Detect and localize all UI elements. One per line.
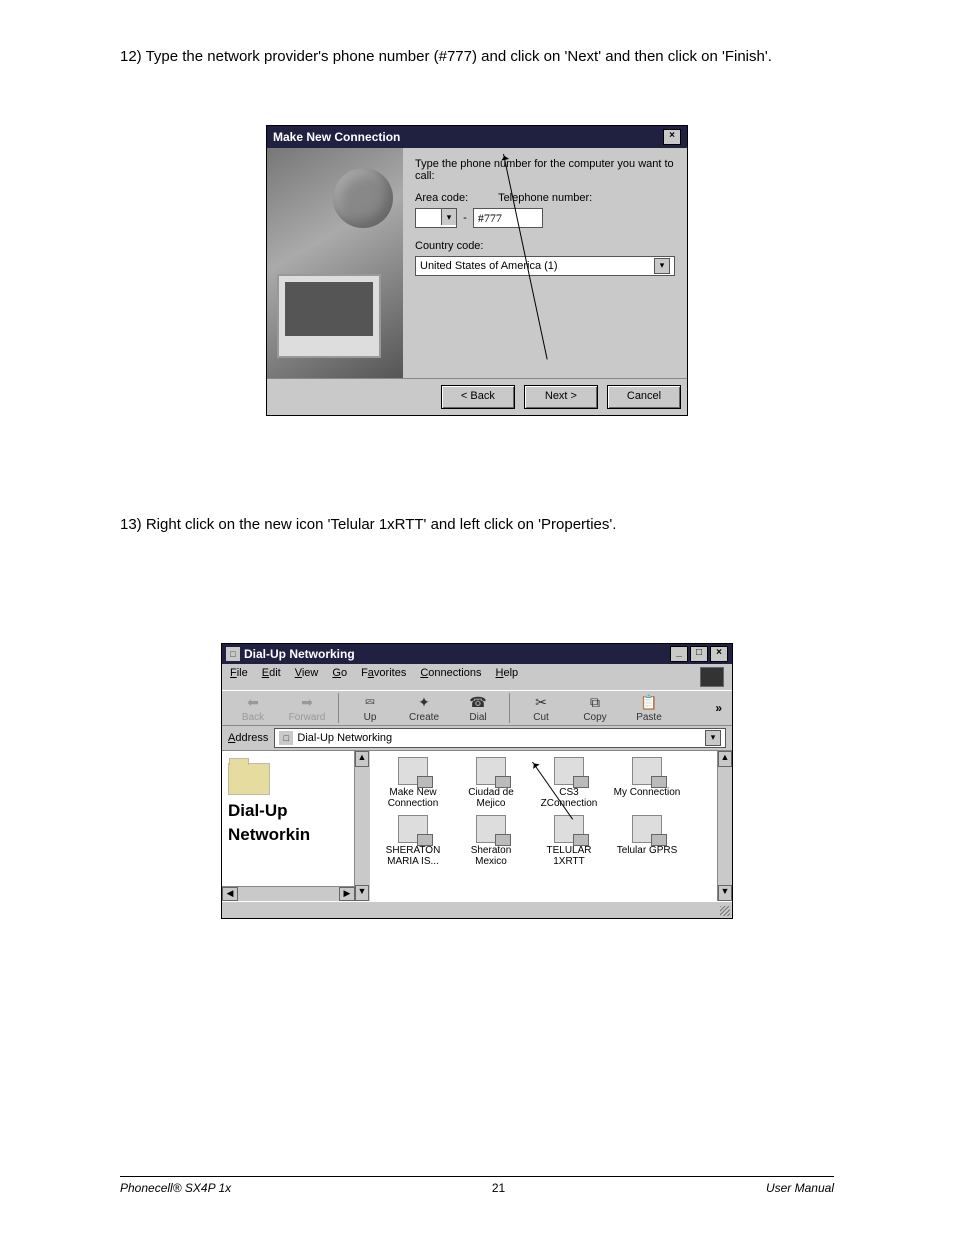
connection-icon: [632, 757, 662, 785]
address-label: Address: [228, 732, 268, 744]
scroll-up-icon[interactable]: ▲: [355, 751, 369, 767]
make-new-connection-dialog: Make New Connection × Type the phone num…: [266, 125, 688, 416]
scroll-down-icon[interactable]: ▼: [355, 885, 369, 901]
list-item[interactable]: CS3ZConnection: [530, 757, 608, 809]
ie-logo-icon: [700, 667, 724, 687]
step-13-text: 13) Right click on the new icon 'Telular…: [120, 516, 834, 533]
list-item[interactable]: Telular GPRS: [608, 815, 686, 867]
menu-file[interactable]: File: [230, 667, 248, 687]
folder-icon: [228, 763, 270, 795]
back-button[interactable]: < Back: [441, 385, 515, 409]
create-icon: ✦: [414, 694, 434, 712]
app-icon: □: [226, 647, 240, 661]
country-code-select[interactable]: United States of America (1) ▾: [415, 256, 675, 276]
dialog-title: Make New Connection: [273, 130, 400, 144]
paste-button[interactable]: 📋Paste: [624, 694, 674, 723]
maximize-icon[interactable]: □: [690, 646, 708, 662]
status-bar: [222, 901, 732, 918]
connection-icon: [476, 757, 506, 785]
cut-icon: ✂: [531, 694, 551, 712]
country-code-value: United States of America (1): [420, 260, 558, 272]
list-item[interactable]: Ciudad deMejico: [452, 757, 530, 809]
telephone-input[interactable]: #777: [473, 208, 543, 228]
arrow-right-icon: ➡: [297, 694, 317, 712]
connection-icon-grid: Make NewConnection Ciudad deMejico CS3ZC…: [374, 757, 728, 867]
address-input[interactable]: □ Dial-Up Networking ▾: [274, 728, 726, 748]
connection-icon: [398, 815, 428, 843]
connection-icon: [398, 757, 428, 785]
horizontal-scrollbar[interactable]: ◀▶: [222, 886, 355, 901]
pane-title-line2: Networkin: [228, 825, 363, 845]
menu-connections[interactable]: Connections: [420, 667, 481, 687]
scroll-left-icon[interactable]: ◀: [222, 887, 238, 901]
window-title: Dial-Up Networking: [244, 647, 355, 661]
folder-icon: □: [279, 731, 293, 745]
copy-button[interactable]: ⧉Copy: [570, 694, 620, 723]
paste-icon: 📋: [639, 694, 659, 712]
dialog-prompt: Type the phone number for the computer y…: [415, 158, 675, 182]
list-item[interactable]: TELULAR1XRTT: [530, 815, 608, 867]
list-item[interactable]: SheratonMexico: [452, 815, 530, 867]
area-code-label: Area code:: [415, 192, 495, 204]
close-icon[interactable]: ×: [663, 129, 681, 145]
scroll-right-icon[interactable]: ▶: [339, 887, 355, 901]
scroll-down-icon[interactable]: ▼: [718, 885, 732, 901]
chevron-down-icon[interactable]: ▾: [705, 730, 721, 746]
menu-help[interactable]: Help: [496, 667, 519, 687]
minimize-icon[interactable]: _: [670, 646, 688, 662]
up-button[interactable]: ⮹Up: [345, 694, 395, 723]
menu-go[interactable]: Go: [332, 667, 347, 687]
footer-left: Phonecell® SX4P 1x: [120, 1181, 231, 1195]
vertical-scrollbar[interactable]: ▲▼: [354, 751, 369, 901]
copy-icon: ⧉: [585, 694, 605, 712]
connection-icon: [554, 815, 584, 843]
area-code-input[interactable]: ▾: [415, 208, 457, 228]
list-item[interactable]: SHERATONMARIA IS...: [374, 815, 452, 867]
connection-icon: [632, 815, 662, 843]
close-icon[interactable]: ×: [710, 646, 728, 662]
country-code-label: Country code:: [415, 240, 675, 252]
step-12-text: 12) Type the network provider's phone nu…: [120, 48, 834, 65]
menu-edit[interactable]: Edit: [262, 667, 281, 687]
toolbar-overflow[interactable]: »: [711, 701, 726, 715]
page-number: 21: [492, 1181, 505, 1195]
arrow-left-icon: ⬅: [243, 694, 263, 712]
cut-button[interactable]: ✂Cut: [516, 694, 566, 723]
next-button[interactable]: Next >: [524, 385, 598, 409]
connection-icon: [476, 815, 506, 843]
address-value: Dial-Up Networking: [297, 732, 392, 744]
list-item[interactable]: Make NewConnection: [374, 757, 452, 809]
forward-button[interactable]: ➡Forward: [282, 694, 332, 723]
back-button[interactable]: ⬅Back: [228, 694, 278, 723]
menu-favorites[interactable]: Favorites: [361, 667, 406, 687]
page-footer: Phonecell® SX4P 1x 21 User Manual: [120, 1176, 834, 1195]
dial-icon: ☎: [468, 694, 488, 712]
chevron-down-icon[interactable]: ▾: [441, 209, 456, 225]
vertical-scrollbar[interactable]: ▲▼: [717, 751, 732, 901]
footer-right: User Manual: [766, 1181, 834, 1195]
scroll-up-icon[interactable]: ▲: [718, 751, 732, 767]
pane-title-line1: Dial-Up: [228, 801, 363, 821]
connection-icon: [554, 757, 584, 785]
chevron-down-icon[interactable]: ▾: [654, 258, 670, 274]
menu-view[interactable]: View: [295, 667, 319, 687]
toolbar: ⬅Back ➡Forward ⮹Up ✦Create ☎Dial ✂Cut ⧉C…: [222, 690, 732, 726]
dial-button[interactable]: ☎Dial: [453, 694, 503, 723]
cancel-button[interactable]: Cancel: [607, 385, 681, 409]
left-info-pane: Dial-Up Networkin ▲▼ ◀▶: [222, 751, 370, 901]
list-item[interactable]: My Connection: [608, 757, 686, 809]
dialup-networking-window: □ Dial-Up Networking _ □ × File Edit Vie…: [221, 643, 733, 919]
folder-up-icon: ⮹: [360, 694, 380, 712]
menu-bar: File Edit View Go Favorites Connections …: [222, 664, 732, 690]
create-button[interactable]: ✦Create: [399, 694, 449, 723]
dialog-graphic: [267, 148, 403, 378]
